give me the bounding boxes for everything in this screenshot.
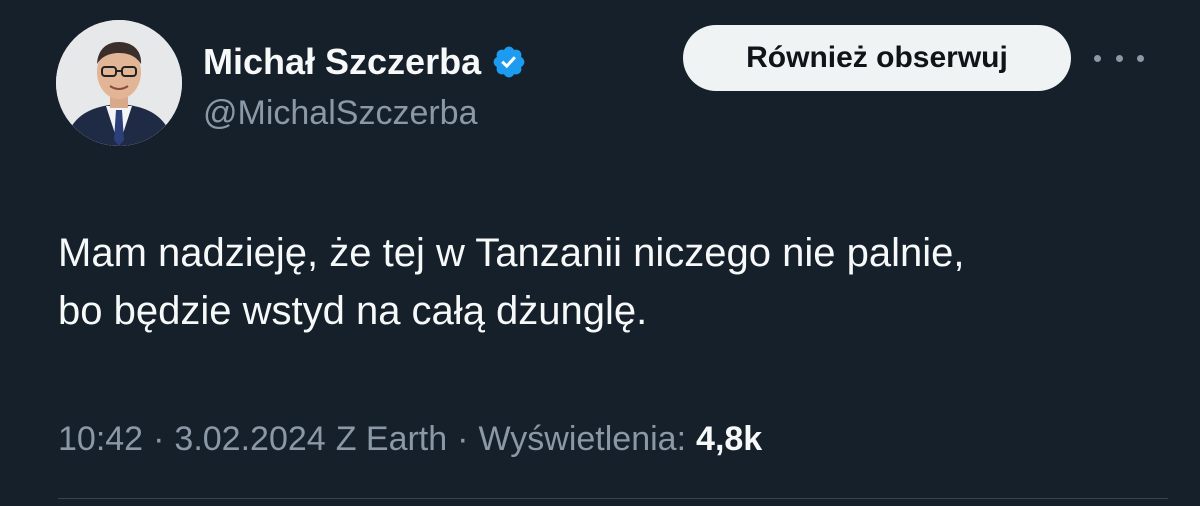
tweet-card: Michał Szczerba @MichalSzczerba Również … [0, 0, 1200, 506]
tweet-text-line: Mam nadzieję, że tej w Tanzanii niczego … [58, 231, 965, 275]
author-handle[interactable]: @MichalSzczerba [203, 94, 478, 133]
views-count: 4,8k [696, 420, 763, 458]
more-options-icon[interactable] [1094, 44, 1144, 72]
author-name-row[interactable]: Michał Szczerba [203, 40, 527, 84]
views-label: Wyświetlenia: [478, 420, 687, 458]
divider [58, 498, 1168, 499]
tweet-text-line: bo będzie wstyd na całą dżunglę. [58, 289, 648, 333]
tweet-source: Z Earth [335, 420, 448, 458]
tweet-meta: 10:42 · 3.02.2024 Z Earth · Wyświetlenia… [58, 420, 762, 459]
meta-separator: · [153, 420, 165, 458]
more-dot [1094, 54, 1101, 62]
tweet-text: Mam nadzieję, że tej w Tanzanii niczego … [58, 224, 1168, 340]
more-dot [1115, 54, 1123, 62]
avatar-photo-icon [56, 20, 182, 146]
more-dot [1137, 54, 1144, 62]
tweet-date[interactable]: 3.02.2024 [174, 420, 325, 459]
meta-separator: · [457, 420, 469, 458]
author-display-name[interactable]: Michał Szczerba [203, 41, 481, 83]
follow-back-button[interactable]: Również obserwuj [683, 25, 1071, 91]
verified-badge-icon[interactable] [491, 44, 527, 80]
tweet-time[interactable]: 10:42 [58, 420, 143, 459]
author-avatar[interactable] [56, 20, 182, 146]
